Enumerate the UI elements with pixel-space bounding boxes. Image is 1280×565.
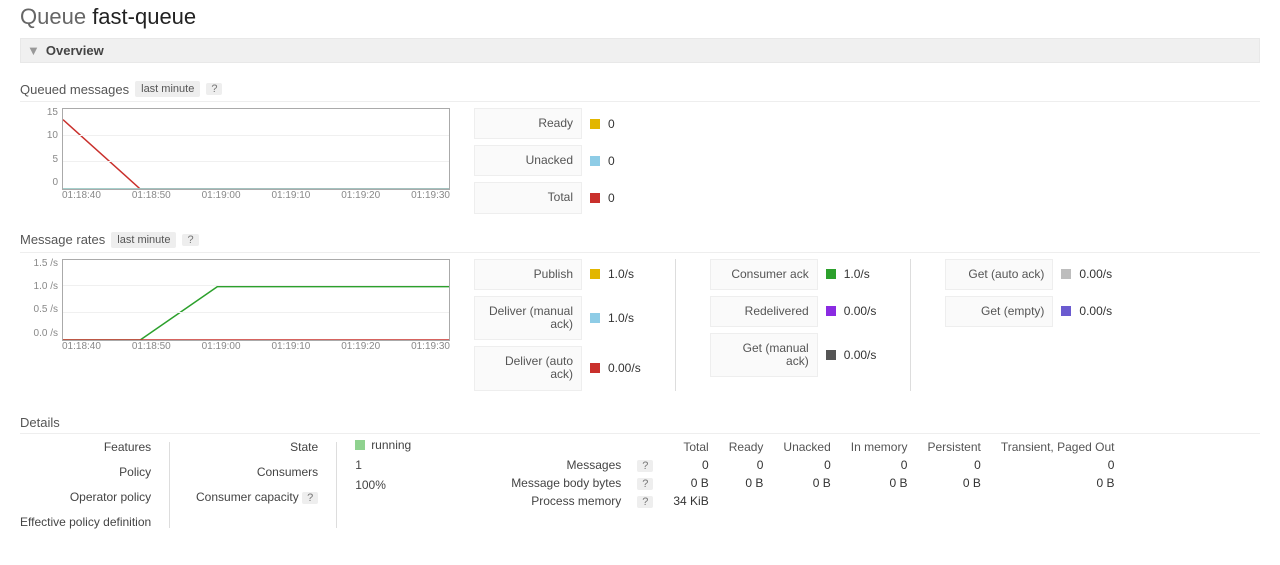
legend-item: Deliver (auto ack)0.00/s	[474, 346, 641, 390]
range-selector-rates[interactable]: last minute	[111, 232, 176, 248]
overview-section-header[interactable]: ▼ Overview	[20, 38, 1260, 63]
legend-item: Get (empty)0.00/s	[945, 296, 1112, 327]
help-icon[interactable]: ?	[206, 83, 222, 95]
legend-item: Get (auto ack)0.00/s	[945, 259, 1112, 290]
legend-unacked: Unacked 0	[474, 145, 615, 176]
legend-item: Get (manual ack)0.00/s	[710, 333, 877, 377]
legend-item: Redelivered0.00/s	[710, 296, 877, 327]
message-rates-chart: 1.5 /s1.0 /s0.5 /s0.0 /s 01:18:4001:18:5…	[20, 259, 450, 354]
range-selector-queued[interactable]: last minute	[135, 81, 200, 97]
legend-ready: Ready 0	[474, 108, 615, 139]
details-table: TotalReadyUnackedIn memoryPersistentTran…	[501, 438, 1124, 510]
queued-messages-heading: Queued messages last minute ?	[20, 81, 1260, 102]
page-title: Queue fast-queue	[20, 4, 1260, 30]
legend-item: Deliver (manual ack)1.0/s	[474, 296, 641, 340]
chevron-down-icon: ▼	[27, 43, 40, 58]
legend-item: Consumer ack1.0/s	[710, 259, 877, 290]
capacity-label: Consumer capacity	[196, 490, 299, 504]
help-icon[interactable]: ?	[302, 492, 318, 504]
state-label: State	[290, 438, 318, 457]
details-label: Operator policy	[70, 488, 151, 507]
help-icon[interactable]: ?	[637, 478, 653, 490]
queued-messages-chart: 151050 01:18:4001:18:5001:19:0001:19:100…	[20, 108, 450, 203]
legend-total: Total 0	[474, 182, 615, 213]
queue-name: fast-queue	[92, 4, 196, 29]
help-icon[interactable]: ?	[637, 496, 653, 508]
help-icon[interactable]: ?	[637, 460, 653, 472]
details-heading: Details	[20, 415, 1260, 434]
overview-label: Overview	[46, 43, 104, 58]
details-label: Effective policy definition	[20, 513, 151, 532]
state-value: running	[355, 438, 445, 452]
consumers-label: Consumers	[257, 463, 318, 482]
capacity-value: 100%	[355, 478, 445, 492]
details-label: Features	[104, 438, 151, 457]
legend-item: Publish1.0/s	[474, 259, 641, 290]
message-rates-heading: Message rates last minute ?	[20, 232, 1260, 253]
help-icon[interactable]: ?	[182, 234, 198, 246]
details-label: Policy	[119, 463, 151, 482]
consumers-value: 1	[355, 458, 445, 472]
